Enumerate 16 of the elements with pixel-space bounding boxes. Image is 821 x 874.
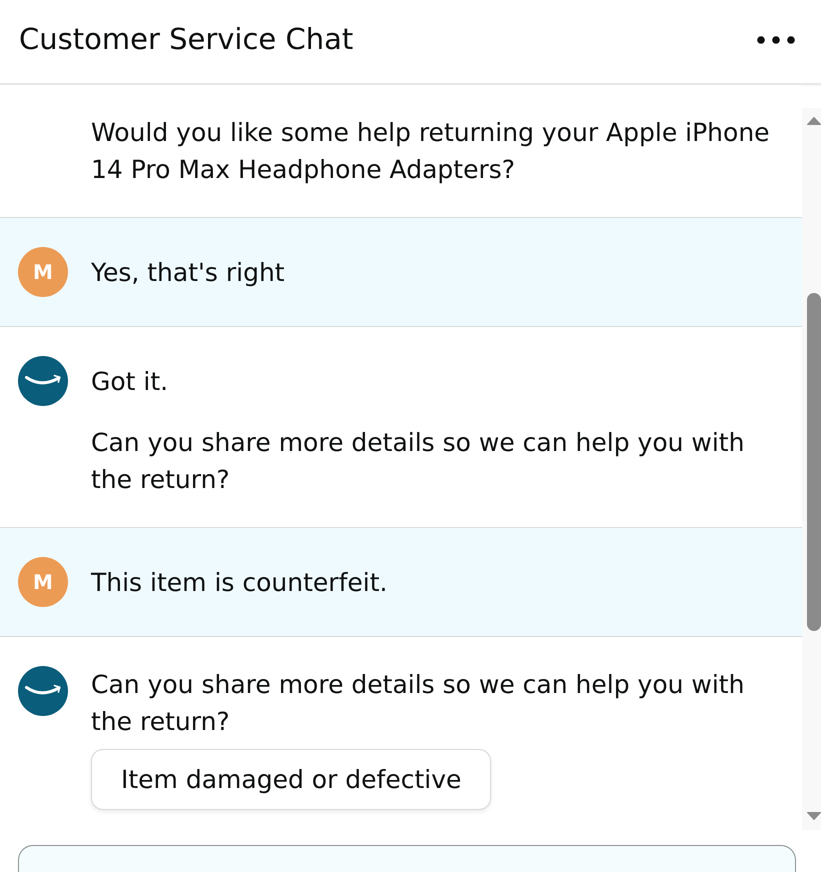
message-text: Yes, that's right bbox=[91, 256, 285, 288]
message-text: Would you like some help returning your Apple iPhone 14 Pro Max Headphone Adapters? bbox=[91, 117, 771, 186]
scrollbar-thumb[interactable] bbox=[807, 293, 821, 631]
message-text: This item is counterfeit. bbox=[91, 566, 388, 598]
customer-avatar: M bbox=[18, 557, 68, 607]
customer-avatar: M bbox=[18, 247, 68, 297]
message-text: Got it. bbox=[91, 366, 168, 398]
reply-option-button[interactable]: Item damaged or defective bbox=[91, 749, 492, 810]
chat-title: Customer Service Chat bbox=[19, 22, 354, 57]
message-text: Can you share more details so we can help you with the return? bbox=[91, 427, 746, 496]
message-input-field[interactable] bbox=[18, 845, 796, 872]
message-text: Can you share more details so we can help you with the return? bbox=[91, 669, 746, 738]
down-arrow-icon[interactable] bbox=[807, 812, 821, 820]
scrollbar-track[interactable] bbox=[802, 108, 821, 830]
up-arrow-icon[interactable] bbox=[807, 117, 821, 125]
ellipsis-icon[interactable] bbox=[757, 36, 795, 44]
